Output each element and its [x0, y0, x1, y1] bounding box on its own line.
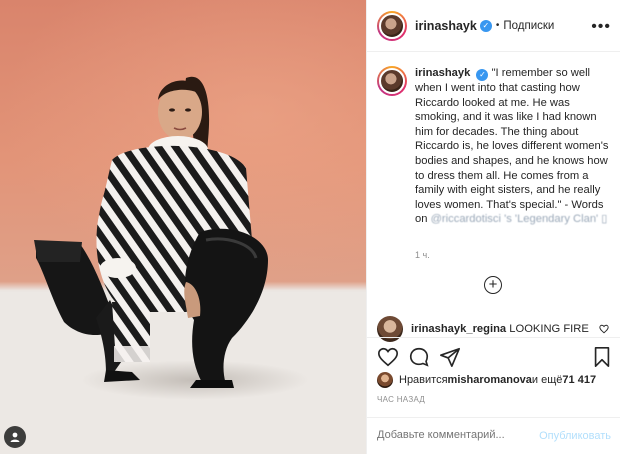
- verified-badge-icon-2: ✓: [476, 69, 489, 81]
- liker-avatar: [377, 372, 393, 388]
- comment-text: irinashayk_regina LOOKING FIRE: [411, 323, 589, 335]
- model-figure: [34, 76, 268, 388]
- likes-count[interactable]: 71 417: [562, 374, 596, 386]
- liker-username[interactable]: misharomanova: [448, 374, 532, 386]
- caption-body: "I remember so well when I went into tha…: [415, 67, 609, 226]
- author-username[interactable]: irinashayk: [415, 19, 477, 33]
- author-avatar[interactable]: [377, 10, 407, 41]
- publish-button[interactable]: Опубликовать: [539, 430, 611, 442]
- caption-username[interactable]: irinashayk: [415, 67, 470, 79]
- tagged-users-button[interactable]: [4, 426, 26, 448]
- action-bar: [367, 337, 620, 375]
- comment-like-heart-icon[interactable]: [599, 324, 609, 334]
- post-side-panel: irinashayk ✓ • Подписки ••• irinashayk ✓…: [366, 0, 620, 454]
- add-comment-input[interactable]: [377, 429, 537, 441]
- verified-badge-icon: ✓: [479, 19, 492, 32]
- caption-mention[interactable]: @riccardotisci: [431, 213, 501, 225]
- caption-tail: 's 'Legendary Clan' ▯: [504, 213, 608, 226]
- load-more-comments-icon[interactable]: +: [484, 276, 502, 294]
- comment-body: LOOKING FIRE: [509, 323, 589, 335]
- caption-avatar[interactable]: [377, 66, 407, 96]
- comment-bubble-icon[interactable]: [408, 346, 430, 368]
- likes-middle: и ещё: [531, 374, 563, 386]
- commenter-username[interactable]: irinashayk_regina: [411, 323, 506, 335]
- likes-prefix: Нравится: [399, 374, 448, 386]
- likes-summary[interactable]: Нравится misharomanova и ещё 71 417: [377, 372, 596, 388]
- post-header: irinashayk ✓ • Подписки •••: [367, 0, 620, 52]
- caption-text: irinashayk ✓ "I remember so well when I …: [415, 66, 611, 227]
- more-options-icon[interactable]: •••: [591, 18, 611, 36]
- caption-time: 1 ч.: [415, 250, 430, 260]
- separator-dot: •: [495, 20, 500, 31]
- post-timestamp: ЧАС НАЗАД: [377, 395, 426, 404]
- share-paper-plane-icon[interactable]: [439, 346, 461, 368]
- add-comment-bar: Опубликовать: [367, 417, 620, 454]
- like-heart-icon[interactable]: [377, 346, 399, 368]
- post-caption: irinashayk ✓ "I remember so well when I …: [377, 66, 617, 227]
- post-photo[interactable]: [0, 0, 366, 454]
- following-button[interactable]: Подписки: [503, 20, 554, 32]
- user-icon: [10, 432, 20, 442]
- save-bookmark-icon[interactable]: [591, 346, 613, 368]
